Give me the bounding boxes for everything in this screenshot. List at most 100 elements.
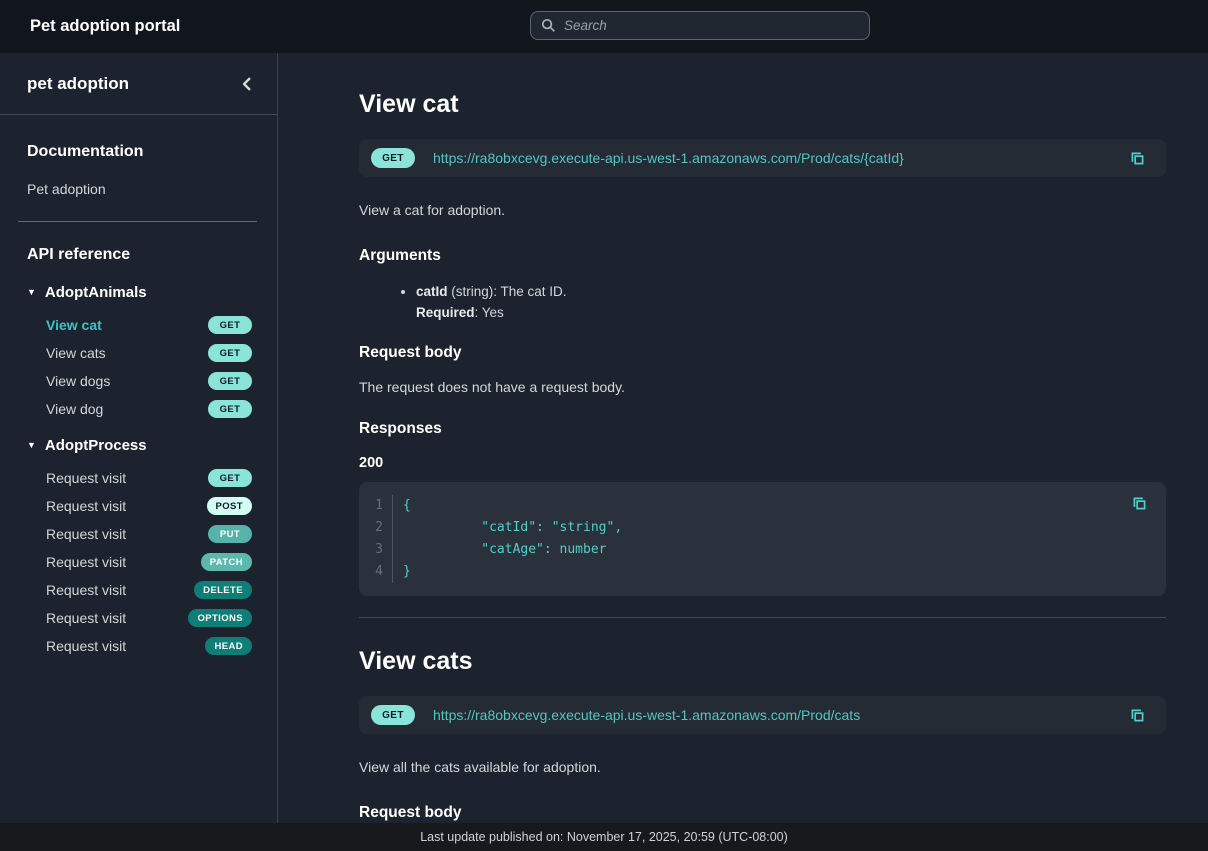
request-body-text: The request does not have a request body…: [359, 378, 1166, 397]
sidebar-item-request-visit-post[interactable]: Request visit POST: [0, 492, 277, 520]
arguments-list: catId (string): The cat ID. Required: Ye…: [359, 281, 1166, 323]
argument-required-label: Required: [416, 305, 475, 320]
sidebar-body: Documentation Pet adoption API reference…: [0, 115, 277, 670]
code-line: 4}: [359, 561, 1150, 583]
code-line: 3 "catAge": number: [359, 539, 1150, 561]
sidebar-item-view-dogs-get[interactable]: View dogs GET: [0, 367, 277, 395]
response-code-block: 1{2 "catId": "string",3 "catAge": number…: [359, 482, 1166, 596]
method-badge: GET: [208, 372, 252, 390]
copy-url-button[interactable]: [1127, 705, 1148, 726]
arguments-heading: Arguments: [359, 246, 1166, 265]
responses-heading: Responses: [359, 419, 1166, 438]
sidebar-item-request-visit-delete[interactable]: Request visit DELETE: [0, 576, 277, 604]
group-toggle-adoptanimals[interactable]: ▼ AdoptAnimals: [0, 280, 277, 305]
caret-down-icon: ▼: [27, 288, 36, 297]
copy-code-button[interactable]: [1129, 493, 1150, 514]
copy-icon: [1129, 707, 1146, 724]
code-text: {: [393, 495, 411, 517]
method-badge: GET: [371, 148, 415, 168]
endpoint-url-bar: GET https://ra8obxcevg.execute-api.us-we…: [359, 696, 1166, 734]
operation-view-cat: View cat GET https://ra8obxcevg.execute-…: [359, 89, 1166, 596]
line-number: 1: [359, 495, 393, 517]
method-badge: POST: [207, 497, 252, 515]
method-badge: GET: [371, 705, 415, 725]
method-badge: PUT: [208, 525, 252, 543]
code-text: "catId": "string",: [393, 517, 622, 539]
method-badge: GET: [208, 344, 252, 362]
operation-description: View a cat for adoption.: [359, 201, 1166, 220]
search-icon: [541, 18, 556, 33]
endpoint-url-bar: GET https://ra8obxcevg.execute-api.us-we…: [359, 139, 1166, 177]
sidebar-collapse-button[interactable]: [237, 73, 257, 95]
caret-down-icon: ▼: [27, 441, 36, 450]
method-badge: GET: [208, 469, 252, 487]
sidebar-item-label: Request visit: [46, 610, 126, 626]
sidebar-item-label: View cats: [46, 345, 106, 361]
footer: Last update published on: November 17, 2…: [0, 823, 1208, 851]
method-badge: PATCH: [201, 553, 252, 571]
search-box[interactable]: [530, 11, 870, 40]
argument-item: catId (string): The cat ID. Required: Ye…: [416, 281, 1166, 323]
documentation-heading: Documentation: [0, 143, 277, 161]
code-line: 2 "catId": "string",: [359, 517, 1150, 539]
sidebar-item-label: Request visit: [46, 638, 126, 654]
operation-view-cats: View cats GET https://ra8obxcevg.execute…: [359, 646, 1166, 823]
sidebar-item-request-visit-put[interactable]: Request visit PUT: [0, 520, 277, 548]
api-group-adoptanimals: ▼AdoptAnimalsView catGETView catsGETView…: [0, 280, 277, 423]
top-bar: Pet adoption portal: [0, 0, 1208, 53]
endpoint-url[interactable]: https://ra8obxcevg.execute-api.us-west-1…: [433, 150, 1109, 166]
argument-name: catId: [416, 284, 448, 299]
method-badge: HEAD: [205, 637, 252, 655]
response-status-code: 200: [359, 454, 1166, 472]
sidebar-item-request-visit-head[interactable]: Request visit HEAD: [0, 632, 277, 660]
request-body-heading: Request body: [359, 803, 1166, 822]
group-label: AdoptProcess: [45, 437, 147, 454]
sidebar-item-label: Request visit: [46, 582, 126, 598]
search-input[interactable]: [564, 18, 859, 33]
sidebar-item-view-cat-get[interactable]: View cat GET: [0, 311, 277, 339]
copy-icon: [1129, 150, 1146, 167]
method-badge: OPTIONS: [188, 609, 252, 627]
sidebar-item-label: Request visit: [46, 498, 126, 514]
sidebar-item-label: View cat: [46, 317, 102, 333]
line-number: 3: [359, 539, 393, 561]
api-group-adoptprocess: ▼AdoptProcessRequest visitGETRequest vis…: [0, 433, 277, 660]
sidebar-item-view-dog-get[interactable]: View dogGET: [0, 395, 277, 423]
operation-title: View cats: [359, 646, 1166, 676]
sidebar-item-view-cats-get[interactable]: View cats GET: [0, 339, 277, 367]
operation-title: View cat: [359, 89, 1166, 119]
copy-icon: [1131, 495, 1148, 512]
operation-divider: [359, 617, 1166, 618]
group-toggle-adoptprocess[interactable]: ▼ AdoptProcess: [0, 433, 277, 458]
code-text: "catAge": number: [393, 539, 607, 561]
sidebar-item-label: Request visit: [46, 554, 126, 570]
method-badge: DELETE: [194, 581, 252, 599]
endpoint-url[interactable]: https://ra8obxcevg.execute-api.us-west-1…: [433, 707, 1109, 723]
sidebar-header: pet adoption: [0, 53, 277, 115]
main-content: View cat GET https://ra8obxcevg.execute-…: [278, 53, 1208, 823]
line-number: 4: [359, 561, 393, 583]
code-lines: 1{2 "catId": "string",3 "catAge": number…: [359, 495, 1150, 583]
sidebar-item-label: Request visit: [46, 470, 126, 486]
last-update-text: Last update published on: November 17, 2…: [420, 830, 788, 844]
argument-desc: (string): The cat ID.: [448, 284, 567, 299]
copy-url-button[interactable]: [1127, 148, 1148, 169]
sidebar-item-request-visit-patch[interactable]: Request visit PATCH: [0, 548, 277, 576]
argument-required-value: : Yes: [475, 305, 504, 320]
sidebar: pet adoption Documentation Pet adoption …: [0, 53, 278, 823]
api-reference-groups: ▼AdoptAnimalsView catGETView catsGETView…: [0, 280, 277, 660]
code-text: }: [393, 561, 411, 583]
sidebar-item-label: View dog: [46, 401, 103, 417]
group-label: AdoptAnimals: [45, 284, 147, 301]
sidebar-item-pet-adoption[interactable]: Pet adoption: [0, 177, 277, 201]
sidebar-item-label: View dogs: [46, 373, 110, 389]
request-body-heading: Request body: [359, 343, 1166, 362]
sidebar-item-request-visit-get[interactable]: Request visit GET: [0, 464, 277, 492]
code-line: 1{: [359, 495, 1150, 517]
portal-title: Pet adoption portal: [30, 17, 180, 36]
api-reference-heading: API reference: [0, 246, 277, 264]
sidebar-item-request-visit-options[interactable]: Request visit OPTIONS: [0, 604, 277, 632]
sidebar-item-label: Request visit: [46, 526, 126, 542]
method-badge: GET: [208, 316, 252, 334]
api-name: pet adoption: [27, 74, 129, 94]
